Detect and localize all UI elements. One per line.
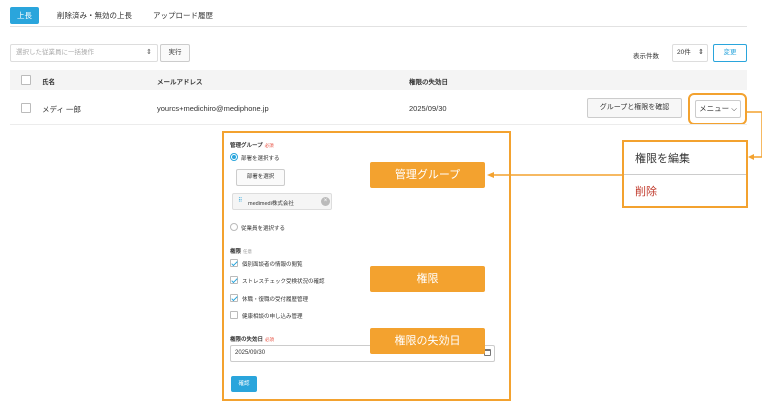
row-checkbox[interactable] [21, 103, 31, 113]
radio-select-employee[interactable] [230, 223, 238, 231]
select-arrows-icon: ⇕ [146, 49, 152, 56]
callout-expiry: 権限の失効日 [370, 328, 485, 354]
menu-divider [624, 174, 746, 175]
menu-button-highlight: メニュー ⌵ [688, 93, 747, 125]
bulk-action-select[interactable]: 選択した従業員に一括操作 ⇕ [10, 44, 158, 62]
view-groups-permissions-button[interactable]: グループと権限を確認 [587, 98, 682, 118]
department-chip-label: medimedi株式会社 [248, 201, 294, 207]
change-button[interactable]: 変更 [713, 44, 747, 62]
permission-label-3: 休職・復職の受付履歴管理 [242, 297, 309, 303]
radio-select-department[interactable] [230, 153, 238, 161]
select-department-button[interactable]: 部署を選択 [236, 169, 285, 186]
expiry-label: 権限の失効日 必須 [230, 335, 274, 343]
callout-group: 管理グループ [370, 162, 485, 188]
permission-label-1: 個別面談者の情報の閲覧 [242, 262, 303, 268]
menu-item-edit-permission[interactable]: 権限を編集 [635, 150, 690, 166]
menu-to-dropdown-connector [747, 111, 762, 158]
table-header [10, 70, 747, 90]
optional-badge: 任意 [243, 249, 253, 254]
run-button[interactable]: 実行 [160, 44, 190, 62]
permission-checkbox-1[interactable] [230, 259, 238, 267]
menu-button[interactable]: メニュー ⌵ [695, 100, 741, 118]
chevron-down-icon: ⌵ [731, 104, 737, 113]
callout-permission: 権限 [370, 266, 485, 292]
display-count-label: 表示件数 [633, 53, 659, 60]
select-arrows-icon: ⇕ [698, 49, 704, 56]
bulk-action-placeholder: 選択した従業員に一括操作 [16, 49, 94, 56]
menu-connector-arrowhead [748, 154, 754, 160]
permission-checkbox-3[interactable] [230, 294, 238, 302]
display-count-value: 20件 [677, 49, 691, 56]
permission-label-text: 権限 [230, 249, 242, 255]
column-header-email: メールアドレス [157, 79, 203, 86]
menu-button-label: メニュー [699, 104, 730, 113]
row-name: メディ 一郎 [42, 105, 82, 114]
row-email: yourcs+medichiro@mediphone.jp [157, 104, 269, 113]
menu-item-delete[interactable]: 削除 [635, 183, 657, 199]
remove-chip-icon[interactable]: × [321, 197, 330, 206]
group-label-text: 管理グループ [230, 143, 263, 149]
display-count-select[interactable]: 20件 ⇕ [672, 44, 708, 62]
expiry-date-value: 2025/09/30 [235, 350, 266, 356]
expiry-label-text: 権限の失効日 [230, 337, 264, 343]
tab-deleted-managers[interactable]: 削除済み・無効の上長 [50, 7, 139, 24]
radio-select-employee-label: 従業員を選択する [241, 226, 286, 232]
row-divider [10, 124, 747, 125]
select-all-checkbox[interactable] [21, 75, 31, 85]
permission-checkbox-4[interactable] [230, 311, 238, 319]
permission-checkbox-2[interactable] [230, 276, 238, 284]
confirm-button[interactable]: 確認 [231, 376, 257, 392]
tab-divider [10, 26, 747, 27]
calendar-icon[interactable] [484, 349, 491, 356]
tab-managers[interactable]: 上長 [10, 7, 39, 24]
group-label: 管理グループ 必須 [230, 141, 274, 149]
org-icon: ⠿ [238, 198, 243, 204]
row-expiry: 2025/09/30 [409, 104, 447, 113]
required-badge: 必須 [265, 337, 275, 342]
row-action-menu: 権限を編集 削除 [622, 140, 748, 208]
required-badge: 必須 [264, 143, 274, 148]
column-header-name: 氏名 [42, 79, 55, 86]
department-chip: ⠿ medimedi株式会社 × [232, 193, 332, 210]
radio-select-department-label: 部署を選択する [241, 156, 280, 162]
column-header-expiry: 権限の失効日 [409, 79, 448, 86]
tab-upload-history[interactable]: アップロード履歴 [146, 7, 220, 24]
permission-label: 権限 任意 [230, 247, 252, 255]
permission-label-4: 健康相談の申し込み管理 [242, 314, 303, 320]
permission-label-2: ストレスチェック受検状況の確認 [242, 279, 325, 285]
